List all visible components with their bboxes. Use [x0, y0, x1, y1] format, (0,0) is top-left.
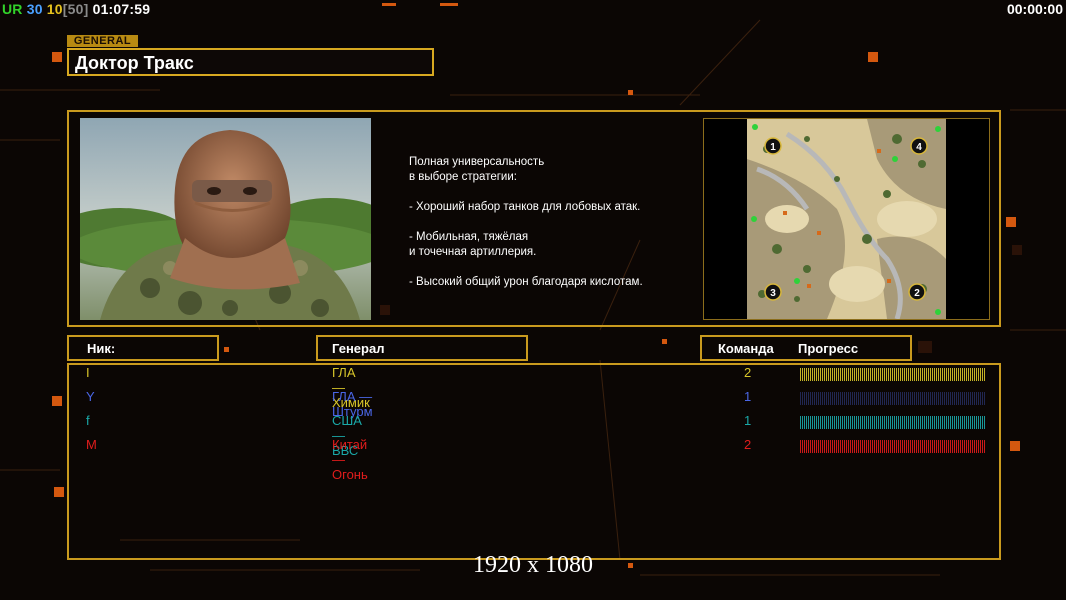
description-line: [409, 260, 643, 275]
resolution-label: 1920 x 1080: [473, 552, 593, 578]
spawn-4: 4: [916, 142, 922, 153]
spawn-2: 2: [914, 288, 920, 299]
spawn-1: 1: [770, 142, 776, 153]
description-line: [409, 185, 643, 200]
count-a: 10: [46, 1, 63, 17]
header-team-label: Команда: [718, 341, 774, 356]
general-description: Полная универсальность в выборе стратегии…: [409, 155, 643, 290]
player-team: 1: [744, 389, 752, 404]
clock: 01:07:59: [92, 1, 151, 17]
player-progress-bar: [800, 440, 985, 453]
player-progress-bar: [800, 368, 985, 381]
player-nick: f: [86, 413, 90, 428]
description-line: [409, 215, 643, 230]
player-progress-bar: [800, 416, 985, 429]
description-line: - Мобильная, тяжёлая: [409, 231, 529, 243]
player-nick: Y: [86, 389, 95, 404]
hud-stats: UR 30 10[50] 01:07:59: [2, 1, 150, 17]
player-team: 1: [744, 413, 752, 428]
game-timer: 00:00:00: [1006, 1, 1063, 17]
ur-label: UR: [2, 1, 23, 17]
header-general-label: Генерал: [332, 341, 385, 356]
description-line: - Хороший набор танков для лобовых атак.: [409, 201, 641, 213]
player-team: 2: [744, 365, 752, 380]
description-line: в выборе стратегии:: [409, 171, 517, 183]
general-title-box: Доктор Тракс: [67, 48, 434, 76]
count-b: [50]: [62, 1, 89, 17]
header-nick-label: Ник:: [87, 341, 116, 356]
ur-value: 30: [26, 1, 43, 17]
general-portrait: [80, 118, 371, 320]
map-preview[interactable]: 1 4 3 2: [747, 119, 946, 319]
description-line: - Высокий общий урон благодаря кислотам.: [409, 276, 643, 288]
description-line: Полная универсальность: [409, 156, 545, 168]
spawn-3: 3: [770, 288, 776, 299]
header-team-progress: Команда Прогресс: [700, 335, 912, 361]
player-nick: I: [86, 365, 90, 380]
player-general: Китай — Огонь: [332, 437, 368, 482]
header-general: Генерал: [316, 335, 528, 361]
description-line: и точечная артиллерия.: [409, 246, 537, 258]
general-name: Доктор Тракс: [75, 53, 194, 73]
header-progress-label: Прогресс: [798, 341, 859, 356]
player-team: 2: [744, 437, 752, 452]
player-progress-bar: [800, 392, 985, 405]
header-nick: Ник:: [67, 335, 219, 361]
player-nick: M: [86, 437, 97, 452]
general-tag: GENERAL: [67, 35, 138, 47]
